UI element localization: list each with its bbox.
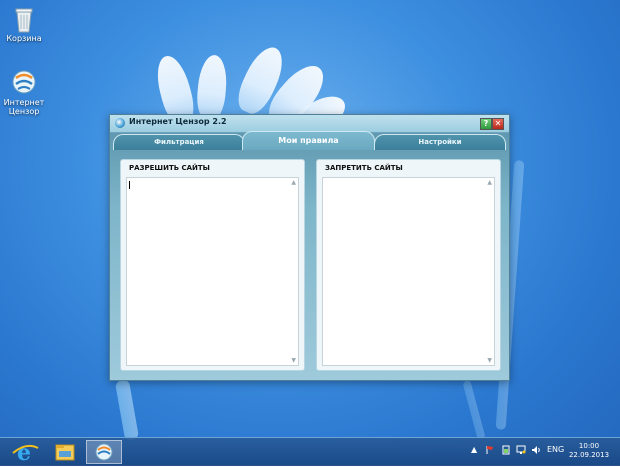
internet-censor-icon <box>95 443 113 461</box>
clock-date: 22.09.2013 <box>568 451 610 459</box>
recycle-bin-icon <box>10 4 38 33</box>
deny-sites-title: ЗАПРЕТИТЬ САЙТЫ <box>325 164 403 172</box>
taskbar: e ▲ ENG 10:00 22.09.2013 <box>0 437 620 466</box>
tab-filtering[interactable]: Фильтрация <box>113 134 245 150</box>
window-title: Интернет Цензор 2.2 <box>129 117 227 126</box>
tab-bar: Фильтрация Мои правила Настройки <box>110 131 509 150</box>
volume-speaker-icon[interactable] <box>531 445 541 457</box>
power-battery-icon[interactable] <box>501 445 511 457</box>
taskbar-item-internet-censor[interactable] <box>86 440 122 464</box>
help-button[interactable]: ? <box>480 118 492 130</box>
text-caret <box>129 181 130 189</box>
deny-sites-panel: ЗАПРЕТИТЬ САЙТЫ ▲ ▼ <box>316 159 501 371</box>
allow-sites-textarea[interactable]: ▲ ▼ <box>126 177 299 366</box>
flower-stem <box>462 379 486 441</box>
allow-sites-title: РАЗРЕШИТЬ САЙТЫ <box>129 164 210 172</box>
network-icon[interactable] <box>516 445 526 457</box>
taskbar-clock[interactable]: 10:00 22.09.2013 <box>566 442 612 460</box>
taskbar-item-explorer[interactable] <box>47 440 83 464</box>
close-button[interactable]: ✕ <box>492 118 504 130</box>
desktop-icon-internet-censor[interactable]: Интернет Цензор <box>0 68 48 116</box>
desktop-icon-label: Корзина <box>6 34 42 43</box>
desktop-icon-recycle-bin[interactable]: Корзина <box>0 4 48 43</box>
allow-sites-panel: РАЗРЕШИТЬ САЙТЫ ▲ ▼ <box>120 159 305 371</box>
internet-explorer-icon: e <box>12 440 39 466</box>
internet-censor-icon <box>10 68 38 96</box>
app-window: Интернет Цензор 2.2 ? ✕ Фильтрация Мои п… <box>109 114 510 381</box>
input-language-indicator[interactable]: ENG <box>547 445 564 454</box>
clock-time: 10:00 <box>578 442 600 450</box>
deny-sites-textarea[interactable]: ▲ ▼ <box>322 177 495 366</box>
tab-my-rules[interactable]: Мои правила <box>242 131 375 150</box>
taskbar-item-ie[interactable]: e <box>8 440 44 466</box>
desktop-icon-label: Интернет Цензор <box>3 98 45 116</box>
action-center-flag-icon[interactable] <box>485 445 495 457</box>
tab-settings[interactable]: Настройки <box>374 134 506 150</box>
window-client-area: Фильтрация Мои правила Настройки РАЗРЕШИ… <box>110 131 509 380</box>
file-explorer-icon <box>55 444 75 461</box>
flower-stem <box>114 379 140 441</box>
scroll-down-arrow-icon[interactable]: ▼ <box>487 357 492 364</box>
scroll-down-arrow-icon[interactable]: ▼ <box>291 357 296 364</box>
scroll-up-arrow-icon[interactable]: ▲ <box>291 179 296 186</box>
flower-petal <box>195 53 229 122</box>
app-icon <box>115 118 125 128</box>
svg-text:e: e <box>17 440 31 464</box>
show-hidden-icons-chevron-icon[interactable]: ▲ <box>471 445 477 454</box>
scroll-up-arrow-icon[interactable]: ▲ <box>487 179 492 186</box>
